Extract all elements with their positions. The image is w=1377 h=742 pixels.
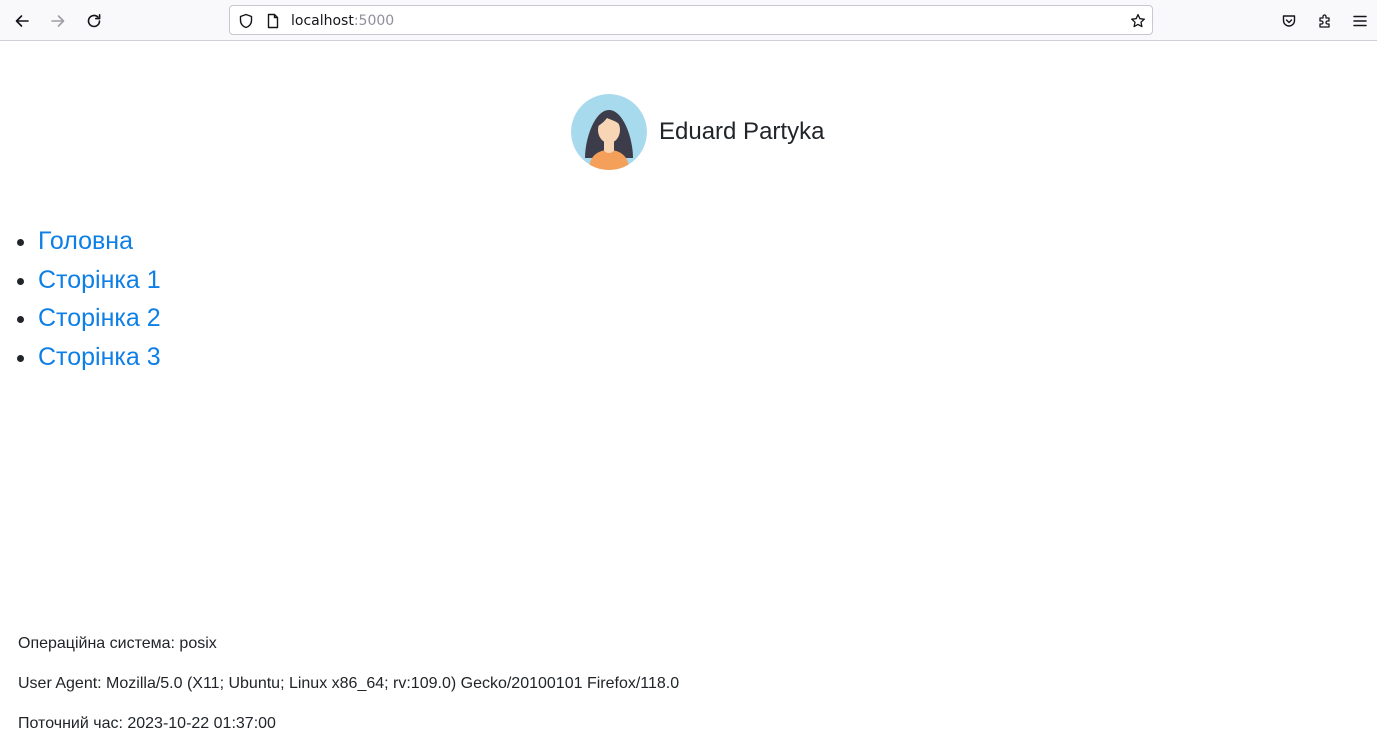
shield-icon[interactable]	[237, 12, 255, 30]
nav-link-page-1[interactable]: Сторінка 1	[38, 266, 161, 294]
nav-link-home[interactable]: Головна	[38, 227, 133, 255]
back-button[interactable]	[7, 6, 37, 36]
list-item: Сторінка 2	[38, 299, 161, 338]
nav-link-page-2[interactable]: Сторінка 2	[38, 304, 161, 332]
os-info: Операційна система: posix	[18, 635, 217, 652]
list-item: Сторінка 1	[38, 261, 161, 300]
menu-button[interactable]	[1345, 6, 1375, 36]
nav-link-page-3[interactable]: Сторінка 3	[38, 343, 161, 371]
star-icon[interactable]	[1129, 12, 1147, 30]
nav-list: Головна Сторінка 1 Сторінка 2 Сторінка 3	[0, 222, 161, 376]
list-item: Сторінка 3	[38, 338, 161, 377]
arrow-left-icon	[15, 15, 29, 27]
woman-avatar-icon	[571, 94, 647, 170]
extensions-button[interactable]	[1310, 6, 1340, 36]
page-icon[interactable]	[264, 12, 282, 30]
profile-header: Eduard Partyka	[571, 94, 824, 170]
current-time-info: Поточний час: 2023-10-22 01:37:00	[18, 715, 276, 732]
pocket-icon	[1282, 15, 1296, 27]
forward-button[interactable]	[43, 6, 73, 36]
user-agent-info: User Agent: Mozilla/5.0 (X11; Ubuntu; Li…	[18, 675, 680, 692]
url-host: localhost	[291, 13, 354, 29]
arrow-right-icon	[51, 15, 65, 27]
url-text[interactable]: localhost:5000	[291, 13, 394, 29]
reload-icon	[87, 14, 101, 28]
list-item: Головна	[38, 222, 161, 261]
url-bar[interactable]: localhost:5000	[229, 5, 1153, 35]
pocket-button[interactable]	[1274, 6, 1304, 36]
puzzle-icon	[1319, 14, 1330, 28]
browser-toolbar: localhost:5000	[0, 0, 1377, 41]
user-name: Eduard Partyka	[659, 118, 825, 145]
hamburger-menu-icon	[1353, 15, 1367, 27]
reload-button[interactable]	[79, 6, 109, 36]
url-port: :5000	[353, 13, 395, 29]
